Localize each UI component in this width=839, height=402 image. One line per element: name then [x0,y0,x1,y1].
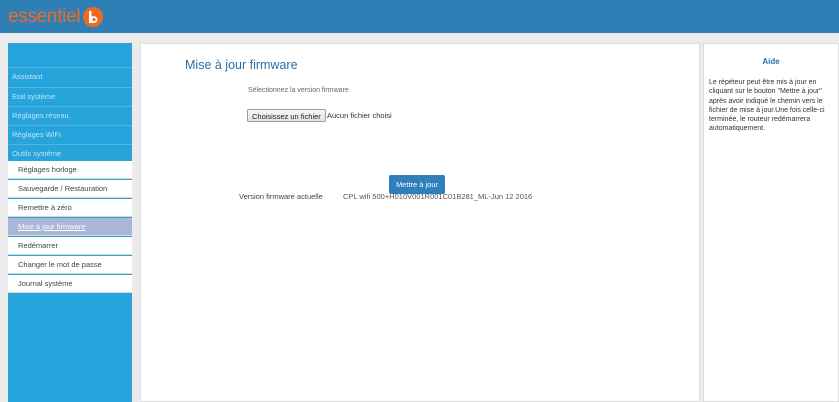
sidebar-item-etat-systeme[interactable]: Etat système [8,87,132,104]
help-panel: Aide Le répéteur peut être mis à jour en… [703,43,839,402]
sidebar-subitem-journal-systeme[interactable]: Journal système [8,275,132,293]
sidebar-subitem-mise-a-jour-firmware[interactable]: Mise à jour firmware [8,218,132,236]
top-header-bar: essentiel [0,0,839,33]
firmware-version-label: Version firmware actuelle [239,192,323,201]
file-status-text: Aucun fichier choisi [327,111,392,120]
sidebar-subitem-changer-mot-de-passe[interactable]: Changer le mot de passe [8,256,132,274]
sidebar-item-reglages-reseau[interactable]: Réglages réseau [8,106,132,123]
sidebar-item-outils-systeme[interactable]: Outils système [8,144,132,161]
sidebar-subitem-redemarrer[interactable]: Redémarrer [8,237,132,255]
help-title: Aide [762,57,780,66]
firmware-version-value: CPL wifi 500+H010V001R001C01B281_ML-Jun … [343,192,533,201]
brand-logo[interactable]: essentiel [8,6,104,28]
choose-file-button[interactable]: Choisissez un fichier [247,109,326,122]
sidebar-subitem-remettre-a-zero[interactable]: Remettre à zéro [8,199,132,217]
select-firmware-label: Sélectionnez la version firmware [248,87,349,94]
sidebar: Assistant Etat système Réglages réseau R… [8,43,132,402]
sidebar-item-reglages-wifi[interactable]: Réglages WiFi [8,125,132,142]
sidebar-subitem-reglages-horloge[interactable]: Réglages horloge [8,161,132,179]
main-panel: Mise à jour firmware Sélectionnez la ver… [140,43,700,402]
sidebar-item-assistant[interactable]: Assistant [8,67,132,84]
logo-text: essentiel [8,6,81,27]
help-text: Le répéteur peut être mis à jour en cliq… [709,79,825,133]
page-title: Mise à jour firmware [185,58,298,72]
logo-b-icon [83,7,104,27]
sidebar-subitem-sauvegarde-restauration[interactable]: Sauvegarde / Restauration [8,180,132,198]
